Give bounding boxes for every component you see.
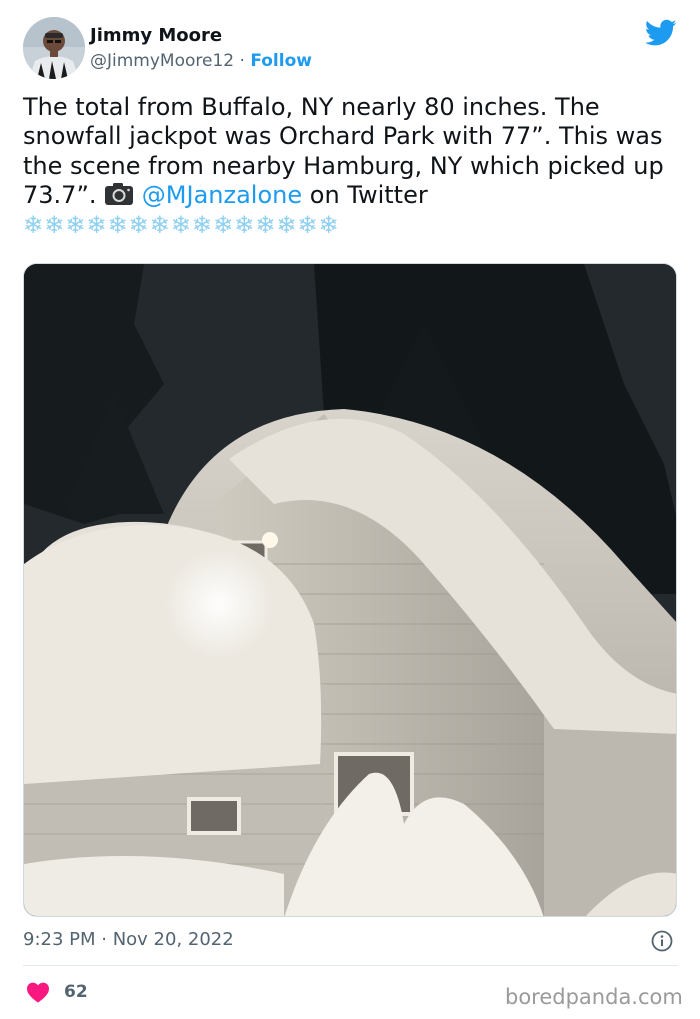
heart-icon[interactable] xyxy=(26,981,50,1003)
camera-icon xyxy=(105,183,134,206)
author-name[interactable]: Jimmy Moore xyxy=(90,25,222,46)
like-action[interactable]: 62 xyxy=(26,980,88,1004)
info-icon[interactable] xyxy=(651,930,673,952)
snowflake-icon: ❄❄❄❄❄❄❄❄❄❄❄❄❄❄❄ xyxy=(23,210,340,239)
tweet-text: The total from Buffalo, NY nearly 80 inc… xyxy=(23,93,683,240)
author-handle-row: @JimmyMoore12 · Follow xyxy=(90,51,312,71)
tweet-timestamp[interactable]: 9:23 PM · Nov 20, 2022 xyxy=(23,929,234,950)
avatar[interactable] xyxy=(23,17,85,79)
tweet-header: Jimmy Moore @JimmyMoore12 · Follow xyxy=(23,17,678,79)
tweet-text-part2: on Twitter xyxy=(302,181,428,210)
separator-dot: · xyxy=(239,51,245,71)
like-count: 62 xyxy=(64,982,88,1002)
author-handle[interactable]: @JimmyMoore12 xyxy=(90,51,234,71)
twitter-bird-icon[interactable] xyxy=(645,19,677,47)
tweet-photo[interactable] xyxy=(23,263,677,917)
watermark: boredpanda.com xyxy=(505,985,683,1009)
follow-button[interactable]: Follow xyxy=(250,51,312,71)
mention-link[interactable]: @MJanzalone xyxy=(142,181,302,209)
divider xyxy=(23,965,678,966)
